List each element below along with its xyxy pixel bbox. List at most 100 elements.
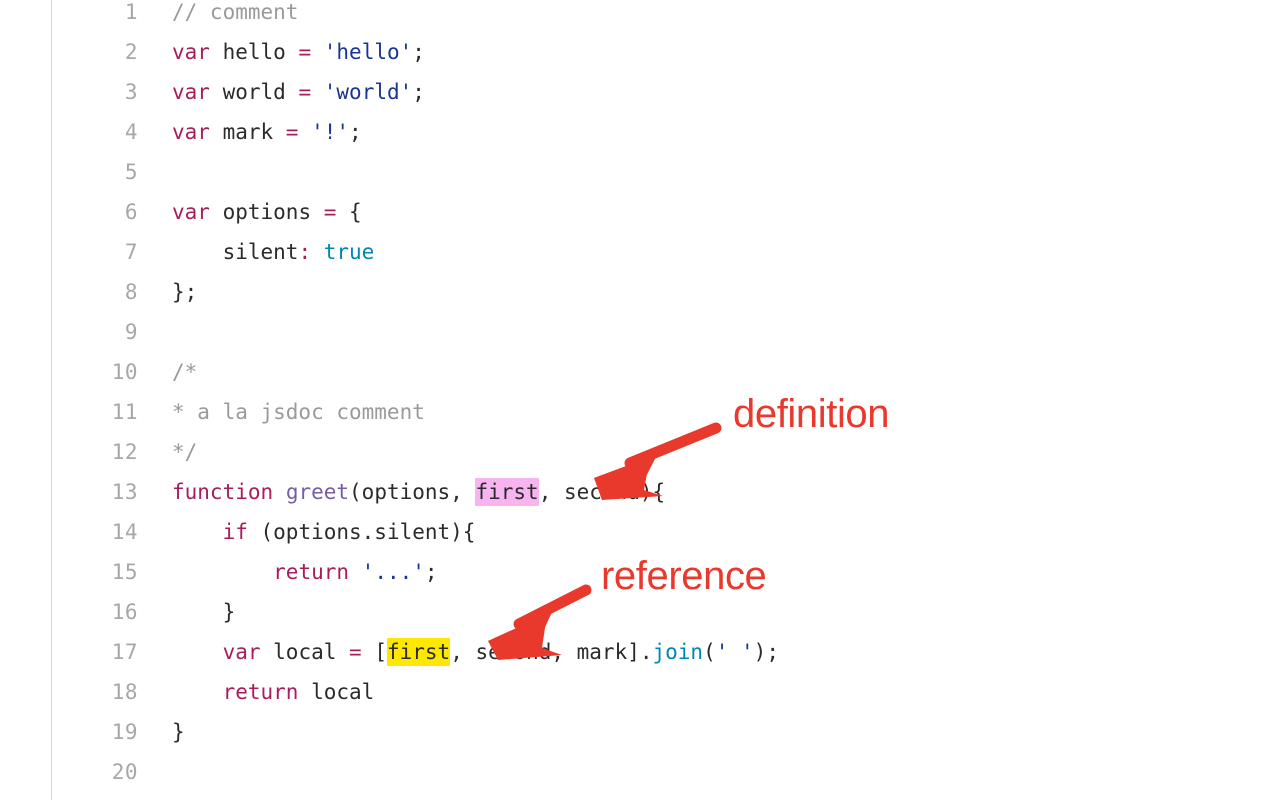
code-token: true xyxy=(323,240,375,264)
code-line[interactable]: 14 if (options.silent){ xyxy=(0,512,1280,552)
occurrence-highlight-definition[interactable]: first xyxy=(475,478,539,506)
code-line-content[interactable]: } xyxy=(172,712,185,752)
code-token: , second){ xyxy=(538,480,666,504)
code-token: '!' xyxy=(311,120,350,144)
line-number: 9 xyxy=(124,320,138,344)
code-token: ' ' xyxy=(715,640,754,664)
code-line[interactable]: 3 var world = 'world'; xyxy=(0,72,1280,112)
code-line-content[interactable]: return '...'; xyxy=(172,552,438,592)
code-line[interactable]: 8}; xyxy=(0,272,1280,312)
annotation-label-reference: reference xyxy=(601,554,767,598)
code-token: [ xyxy=(361,640,387,664)
code-token: // comment xyxy=(172,0,299,24)
code-line[interactable]: 6 var options = { xyxy=(0,192,1280,232)
code-token: ( xyxy=(703,640,716,664)
code-line-content[interactable]: var local = [first, second, mark].join('… xyxy=(172,632,779,672)
line-number: 3 xyxy=(124,80,138,104)
line-number: 19 xyxy=(111,720,138,744)
code-line[interactable]: 4 var mark = '!'; xyxy=(0,112,1280,152)
code-token: 'world' xyxy=(323,80,413,104)
code-token: function xyxy=(172,480,274,504)
code-token: '...' xyxy=(361,560,425,584)
code-line-content[interactable]: */ xyxy=(172,432,197,472)
code-token: ; xyxy=(412,40,425,64)
code-token: 'hello' xyxy=(323,40,413,64)
code-line[interactable]: 11 * a la jsdoc comment xyxy=(0,392,1280,432)
code-line-content[interactable]: // comment xyxy=(172,0,298,32)
code-token: = xyxy=(298,80,312,104)
code-token: } xyxy=(172,600,236,624)
code-line-content[interactable]: }; xyxy=(172,272,197,312)
code-surface[interactable]: 1 // comment 2 var hello = 'hello'; 3 var wor… xyxy=(0,0,1280,792)
code-line-content[interactable]: function greet(options, first, second){ xyxy=(172,472,665,512)
code-editor[interactable]: 1 // comment 2 var hello = 'hello'; 3 var wor… xyxy=(0,0,1280,800)
code-line-content[interactable]: silent: true xyxy=(172,232,375,272)
code-line[interactable]: 1 // comment xyxy=(0,0,1280,32)
code-token: var xyxy=(222,640,261,664)
code-line-content[interactable]: var options = { xyxy=(172,192,362,232)
code-token: , second, mark]. xyxy=(450,640,653,664)
line-number: 13 xyxy=(111,480,138,504)
code-token: = xyxy=(285,120,299,144)
code-token: var xyxy=(172,40,210,64)
code-line-content[interactable]: return local xyxy=(172,672,375,712)
code-line-content[interactable]: * a la jsdoc comment xyxy=(172,392,425,432)
annotation-label-definition: definition xyxy=(733,392,890,436)
code-token: options xyxy=(209,200,324,224)
code-token: (options, xyxy=(349,480,476,504)
code-token: : xyxy=(298,240,312,264)
code-line-content[interactable]: /* xyxy=(172,352,197,392)
code-token: ; xyxy=(412,80,425,104)
code-token: hello xyxy=(209,40,299,64)
code-token: var xyxy=(172,120,210,144)
code-line[interactable]: 10 /* xyxy=(0,352,1280,392)
code-token: return xyxy=(273,560,350,584)
code-line[interactable]: 9 xyxy=(0,312,1280,352)
code-line-content[interactable]: var mark = '!'; xyxy=(172,112,362,152)
code-token: return xyxy=(222,680,299,704)
code-token: join xyxy=(652,640,704,664)
occurrence-highlight-reference[interactable]: first xyxy=(386,638,451,666)
code-line[interactable]: 18 return local xyxy=(0,672,1280,712)
code-token: (options.silent){ xyxy=(247,520,476,544)
code-line[interactable]: 12 */ xyxy=(0,432,1280,472)
line-number: 17 xyxy=(111,640,138,664)
code-line-content[interactable]: } xyxy=(172,592,236,632)
line-number: 7 xyxy=(124,240,138,264)
code-token: = xyxy=(349,640,362,664)
code-token: { xyxy=(336,200,362,224)
code-line[interactable]: 17 var local = [first, second, mark].joi… xyxy=(0,632,1280,672)
code-token: /* xyxy=(172,360,198,384)
code-line-content[interactable]: var world = 'world'; xyxy=(172,72,425,112)
line-number: 6 xyxy=(124,200,138,224)
code-token: = xyxy=(298,40,312,64)
line-number: 1 xyxy=(124,0,138,24)
line-number: 16 xyxy=(111,600,138,624)
line-number: 10 xyxy=(111,360,138,384)
line-number: 12 xyxy=(111,440,138,464)
code-line[interactable]: 2 var hello = 'hello'; xyxy=(0,32,1280,72)
code-line[interactable]: 19} xyxy=(0,712,1280,752)
code-line[interactable]: 5 xyxy=(0,152,1280,192)
code-token: ; xyxy=(424,560,438,584)
code-line[interactable]: 20 xyxy=(0,752,1280,792)
code-line[interactable]: 7 silent: true xyxy=(0,232,1280,272)
code-line[interactable]: 13 function greet(options, first, second)… xyxy=(0,472,1280,512)
code-token: silent xyxy=(172,240,299,264)
line-number: 2 xyxy=(124,40,138,64)
code-line-content[interactable]: var hello = 'hello'; xyxy=(172,32,425,72)
code-token: var xyxy=(172,200,210,224)
code-token: ; xyxy=(349,120,362,144)
code-token: */ xyxy=(172,440,198,464)
line-number: 4 xyxy=(124,120,138,144)
code-line-content[interactable]: if (options.silent){ xyxy=(172,512,476,552)
code-token: local xyxy=(260,640,350,664)
code-token: world xyxy=(209,80,299,104)
code-token: greet xyxy=(285,480,350,504)
